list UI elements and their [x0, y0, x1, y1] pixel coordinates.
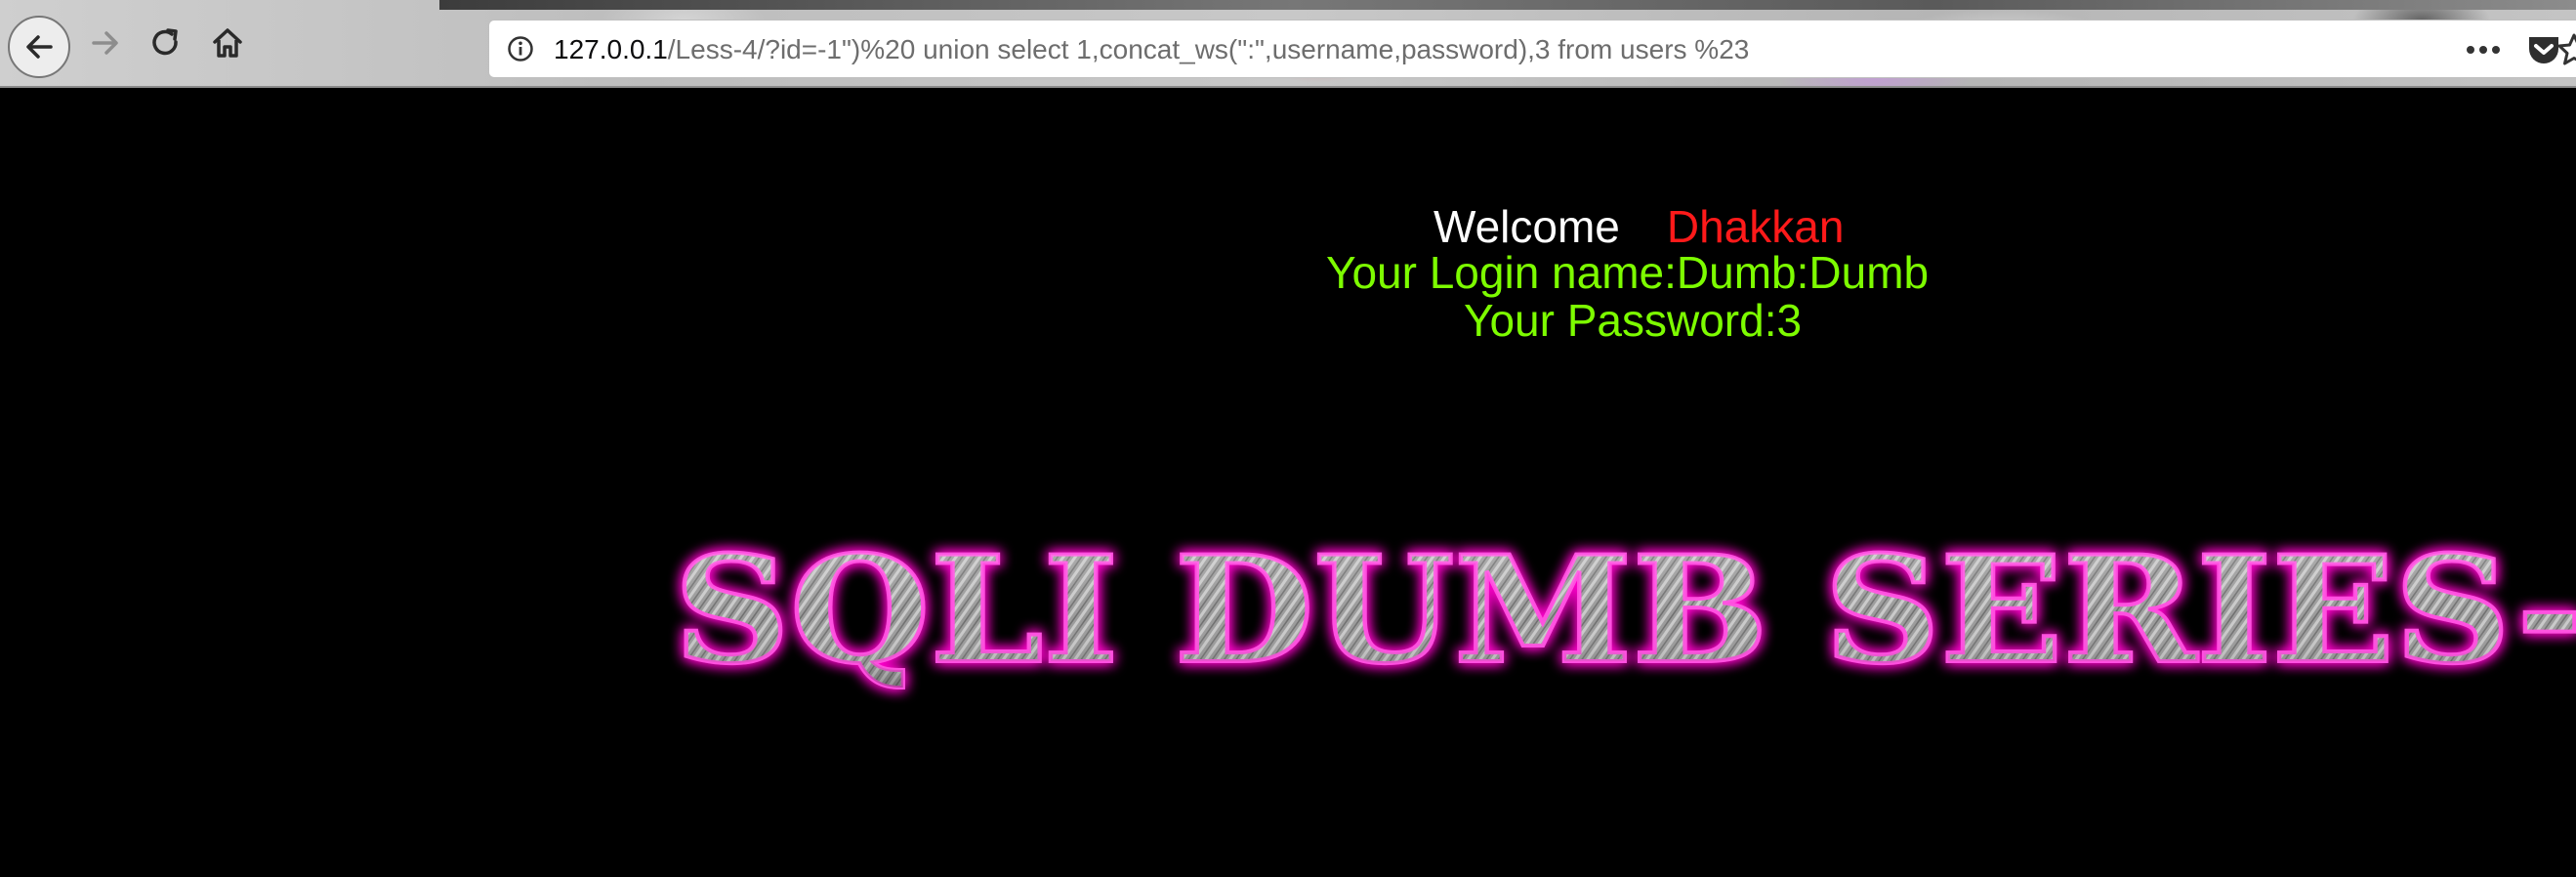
url-text[interactable]: 127.0.0.1/Less-4/?id=-1")%20 union selec… [554, 33, 1749, 66]
home-icon [213, 28, 242, 58]
back-arrow-icon [26, 35, 53, 59]
reload-icon [152, 28, 178, 56]
url-host: 127.0.0.1 [554, 34, 668, 64]
url-bar[interactable]: 127.0.0.1/Less-4/?id=-1")%20 union selec… [488, 20, 2576, 78]
window-top-strip [439, 0, 2576, 10]
reload-button[interactable] [137, 14, 195, 72]
more-icon[interactable] [2454, 32, 2513, 67]
banner-logo: SQLI DUMB SERIES-4 SQLI DUMB SERIES-4 [672, 522, 2576, 698]
banner-title-shade: SQLI DUMB SERIES-4 [674, 524, 2576, 696]
url-path: /Less-4/?id=-1")%20 union select 1,conca… [667, 34, 1750, 64]
browser-toolbar: 127.0.0.1/Less-4/?id=-1")%20 union selec… [0, 0, 2576, 88]
password-result: Your Password:3 [1464, 295, 1803, 346]
star-icon[interactable] [2555, 31, 2576, 68]
forward-arrow-icon [92, 31, 118, 55]
login-name-result: Your Login name:Dumb:Dumb [1326, 247, 1930, 298]
home-button[interactable] [198, 14, 257, 72]
welcome-name: Dhakkan [1666, 201, 1845, 252]
series-banner: SQLI DUMB SERIES-4 SQLI DUMB SERIES-4 [0, 473, 2576, 727]
info-icon[interactable] [507, 35, 534, 63]
welcome-line: Welcome Dhakkan [1433, 200, 1844, 253]
page-content: Welcome Dhakkan Your Login name:Dumb:Dumb… [0, 90, 2576, 877]
forward-button[interactable] [76, 14, 135, 72]
welcome-label: Welcome [1433, 201, 1620, 252]
toolbar-divider [0, 86, 2576, 88]
back-button[interactable] [8, 16, 70, 78]
